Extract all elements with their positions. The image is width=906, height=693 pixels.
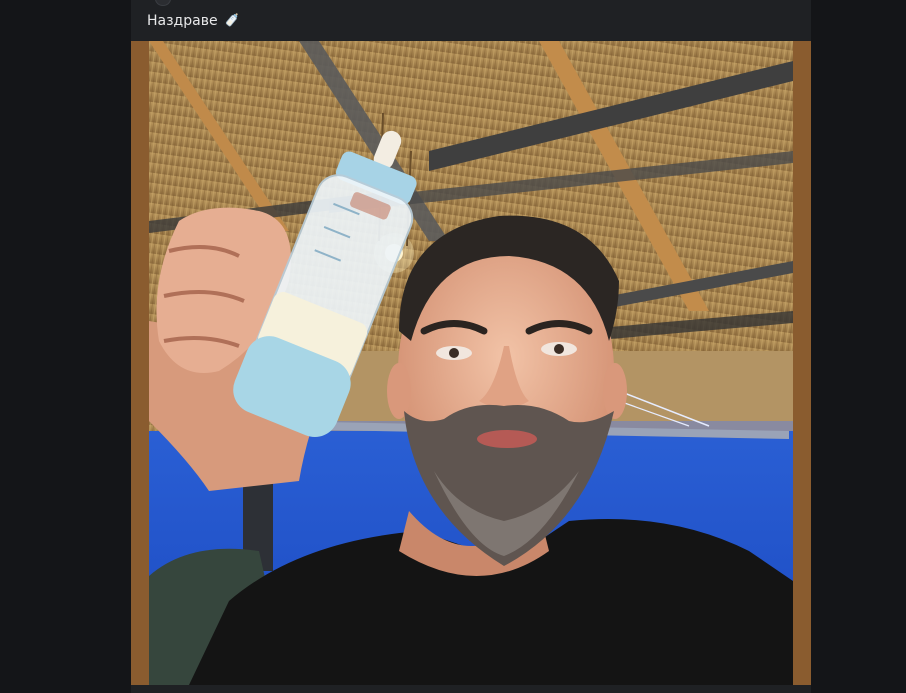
author-avatar[interactable]: [155, 0, 171, 6]
feed: Наздраве: [0, 0, 906, 693]
photo-illustration: [149, 41, 793, 685]
post-photo[interactable]: [149, 41, 793, 685]
post-footer: [131, 685, 811, 693]
baby-bottle-icon: [224, 12, 242, 30]
caption-text: Наздраве: [147, 13, 218, 29]
post-media[interactable]: [131, 41, 811, 685]
post-caption: Наздраве: [147, 10, 242, 32]
post-card: Наздраве: [131, 0, 811, 693]
